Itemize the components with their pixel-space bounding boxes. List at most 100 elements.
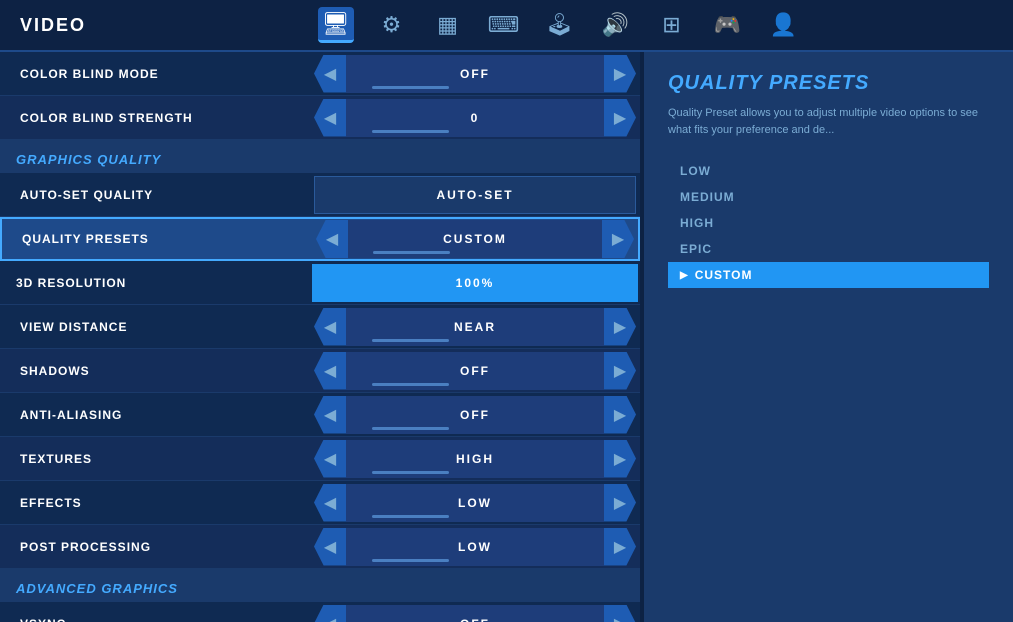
post-processing-control: ◀ LOW ▶ <box>314 527 636 567</box>
color-blind-mode-control: ◀ OFF ▶ <box>314 54 636 94</box>
settings-rows-container: COLOR BLIND MODE ◀ OFF ▶ COLOR BLIND STR… <box>0 52 640 622</box>
top-nav: VIDEO 🖥 ⚙ ▦ ⌨ 🕹 🔊 ⊞ 🎮 👤 <box>0 0 1013 52</box>
view-distance-left-arrow[interactable]: ◀ <box>314 308 346 346</box>
auto-set-quality-value: AUTO-SET <box>436 188 513 202</box>
settings-icon[interactable]: ⚙ <box>374 7 410 43</box>
color-blind-strength-bar <box>372 130 449 133</box>
color-blind-strength-label: COLOR BLIND STRENGTH <box>4 111 314 125</box>
color-blind-strength-control: ◀ 0 ▶ <box>314 98 636 138</box>
gamepad-icon[interactable]: 🎮 <box>710 7 746 43</box>
user-icon[interactable]: 👤 <box>766 7 802 43</box>
shadows-value: OFF <box>460 364 490 378</box>
effects-left-arrow[interactable]: ◀ <box>314 484 346 522</box>
post-processing-right-arrow[interactable]: ▶ <box>604 528 636 566</box>
preset-low-label: LOW <box>680 164 711 178</box>
anti-aliasing-left-arrow[interactable]: ◀ <box>314 396 346 434</box>
keyboard-icon[interactable]: ⌨ <box>486 7 522 43</box>
quality-presets-control: ◀ CUSTOM ▶ <box>316 219 634 259</box>
preset-custom[interactable]: ▶ CUSTOM <box>668 262 989 288</box>
shadows-bar <box>372 383 449 386</box>
audio-icon[interactable]: 🔊 <box>598 7 634 43</box>
view-distance-right-arrow[interactable]: ▶ <box>604 308 636 346</box>
preset-custom-arrow: ▶ <box>680 270 689 281</box>
anti-aliasing-value: OFF <box>460 408 490 422</box>
page-title: VIDEO <box>20 15 86 36</box>
textures-label: TEXTURES <box>4 452 314 466</box>
3d-resolution-row: 3D RESOLUTION 100% <box>0 261 640 305</box>
display-icon[interactable]: ▦ <box>430 7 466 43</box>
anti-aliasing-value-box: OFF <box>346 396 604 434</box>
vsync-label: VSYNC <box>4 617 314 622</box>
view-distance-bar <box>372 339 449 342</box>
quality-presets-value-box: CUSTOM <box>348 220 602 258</box>
view-distance-value: NEAR <box>454 320 496 334</box>
color-blind-mode-value: OFF <box>460 67 490 81</box>
anti-aliasing-right-arrow[interactable]: ▶ <box>604 396 636 434</box>
post-processing-label: POST PROCESSING <box>4 540 314 554</box>
vsync-row: VSYNC ◀ OFF ▶ <box>0 602 640 622</box>
shadows-right-arrow[interactable]: ▶ <box>604 352 636 390</box>
view-distance-control: ◀ NEAR ▶ <box>314 307 636 347</box>
color-blind-mode-row: COLOR BLIND MODE ◀ OFF ▶ <box>0 52 640 96</box>
preset-high[interactable]: HIGH <box>668 210 989 236</box>
graphics-quality-header: GRAPHICS QUALITY <box>0 140 640 173</box>
effects-row: EFFECTS ◀ LOW ▶ <box>0 481 640 525</box>
vsync-left-arrow[interactable]: ◀ <box>314 605 346 622</box>
auto-set-quality-control: AUTO-SET <box>314 175 636 215</box>
effects-value-box: LOW <box>346 484 604 522</box>
quality-presets-left-arrow[interactable]: ◀ <box>316 220 348 258</box>
advanced-graphics-header: ADVANCED GRAPHICS <box>0 569 640 602</box>
quality-presets-row[interactable]: QUALITY PRESETS ◀ CUSTOM ▶ <box>0 217 640 261</box>
post-processing-value: LOW <box>458 540 492 554</box>
color-blind-mode-label: COLOR BLIND MODE <box>4 67 314 81</box>
anti-aliasing-label: ANTI-ALIASING <box>4 408 314 422</box>
effects-control: ◀ LOW ▶ <box>314 483 636 523</box>
main-content: COLOR BLIND MODE ◀ OFF ▶ COLOR BLIND STR… <box>0 52 1013 622</box>
color-blind-strength-right-arrow[interactable]: ▶ <box>604 99 636 137</box>
view-distance-value-box: NEAR <box>346 308 604 346</box>
anti-aliasing-row: ANTI-ALIASING ◀ OFF ▶ <box>0 393 640 437</box>
preset-high-label: HIGH <box>680 216 714 230</box>
textures-right-arrow[interactable]: ▶ <box>604 440 636 478</box>
3d-resolution-value-box: 100% <box>312 264 638 302</box>
auto-set-quality-label: AUTO-SET QUALITY <box>4 188 314 202</box>
3d-resolution-control: 100% <box>310 263 640 303</box>
nav-icons: 🖥 ⚙ ▦ ⌨ 🕹 🔊 ⊞ 🎮 👤 <box>126 7 993 43</box>
color-blind-mode-left-arrow[interactable]: ◀ <box>314 55 346 93</box>
view-distance-label: VIEW DISTANCE <box>4 320 314 334</box>
quality-presets-bar <box>373 251 449 254</box>
textures-control: ◀ HIGH ▶ <box>314 439 636 479</box>
effects-bar <box>372 515 449 518</box>
color-blind-mode-right-arrow[interactable]: ▶ <box>604 55 636 93</box>
network-icon[interactable]: ⊞ <box>654 7 690 43</box>
shadows-left-arrow[interactable]: ◀ <box>314 352 346 390</box>
effects-value: LOW <box>458 496 492 510</box>
textures-left-arrow[interactable]: ◀ <box>314 440 346 478</box>
post-processing-value-box: LOW <box>346 528 604 566</box>
shadows-control: ◀ OFF ▶ <box>314 351 636 391</box>
preset-low[interactable]: LOW <box>668 158 989 184</box>
quality-presets-right-arrow[interactable]: ▶ <box>602 220 634 258</box>
textures-bar <box>372 471 449 474</box>
vsync-value: OFF <box>460 617 490 622</box>
vsync-right-arrow[interactable]: ▶ <box>604 605 636 622</box>
monitor-icon[interactable]: 🖥 <box>318 7 354 43</box>
color-blind-strength-value: 0 <box>471 111 480 125</box>
color-blind-strength-left-arrow[interactable]: ◀ <box>314 99 346 137</box>
color-blind-mode-value-box: OFF <box>346 55 604 93</box>
quality-presets-desc: Quality Preset allows you to adjust mult… <box>668 105 989 138</box>
controller-alt-icon[interactable]: 🕹 <box>542 7 578 43</box>
shadows-value-box: OFF <box>346 352 604 390</box>
preset-medium[interactable]: MEDIUM <box>668 184 989 210</box>
right-panel: QUALITY PRESETS Quality Preset allows yo… <box>644 52 1013 622</box>
preset-epic[interactable]: EPIC <box>668 236 989 262</box>
preset-epic-label: EPIC <box>680 242 712 256</box>
anti-aliasing-control: ◀ OFF ▶ <box>314 395 636 435</box>
post-processing-left-arrow[interactable]: ◀ <box>314 528 346 566</box>
effects-right-arrow[interactable]: ▶ <box>604 484 636 522</box>
shadows-row: SHADOWS ◀ OFF ▶ <box>0 349 640 393</box>
preset-custom-label: CUSTOM <box>695 268 753 282</box>
textures-value: HIGH <box>456 452 494 466</box>
quality-presets-title: QUALITY PRESETS <box>668 72 989 95</box>
preset-medium-label: MEDIUM <box>680 190 735 204</box>
